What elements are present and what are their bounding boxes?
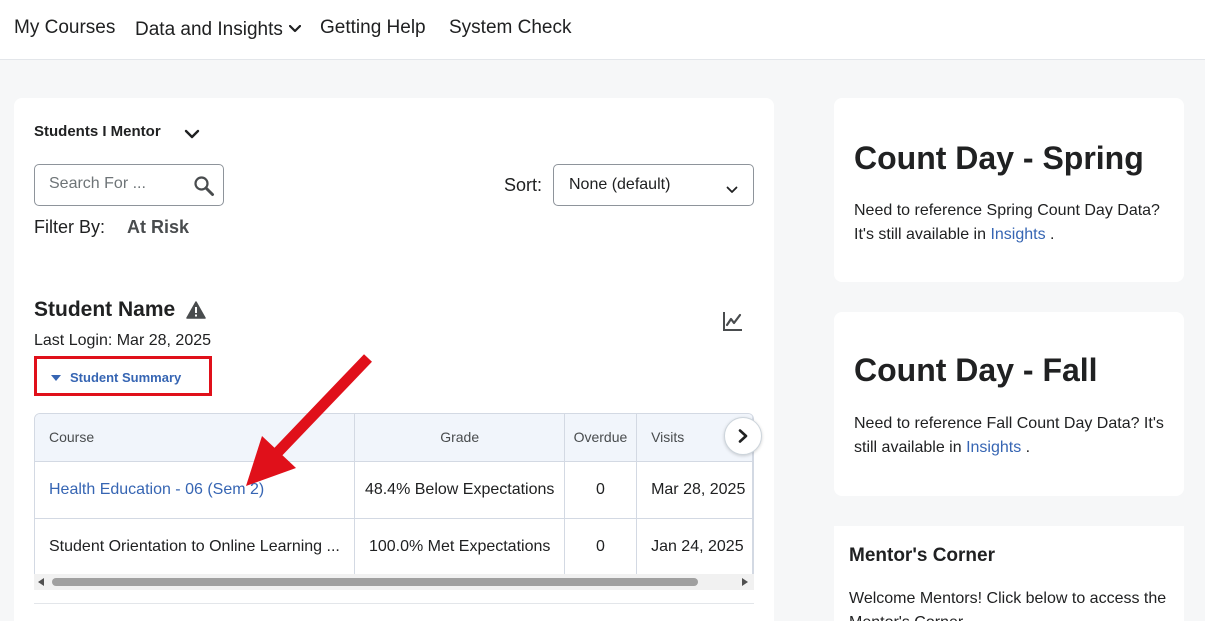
top-nav: My Courses Data and Insights Getting Hel…: [0, 0, 1205, 60]
card-text-suffix: .: [1021, 439, 1031, 456]
triangle-down-icon: [51, 375, 61, 381]
visits-cell: Jan 24, 2025: [636, 518, 753, 576]
chevron-down-icon: [288, 17, 301, 39]
nav-getting-help[interactable]: Getting Help: [320, 17, 426, 39]
course-link[interactable]: Health Education - 06 (Sem 2): [35, 461, 356, 519]
column-header-overdue: Overdue: [564, 414, 638, 462]
mentors-corner-card: Mentor's Corner Welcome Mentors! Click b…: [834, 526, 1184, 621]
chevron-down-icon: [726, 181, 738, 199]
table-scroll-right-button[interactable]: [724, 417, 762, 455]
filter-label: Filter By:: [34, 217, 106, 237]
scrollbar-thumb[interactable]: [52, 578, 698, 586]
sort-select[interactable]: None (default): [553, 164, 754, 206]
scroll-right-arrow-icon[interactable]: [742, 578, 748, 586]
table-row: Health Education - 06 (Sem 2) 48.4% Belo…: [35, 461, 753, 519]
student-summary-toggle[interactable]: Student Summary: [51, 370, 181, 385]
scroll-left-arrow-icon[interactable]: [38, 578, 44, 586]
overdue-cell: 0: [564, 518, 638, 576]
insights-link[interactable]: Insights: [990, 226, 1045, 243]
horizontal-scrollbar[interactable]: [34, 574, 754, 590]
card-text-suffix: .: [1045, 226, 1055, 243]
students-i-mentor-widget: Students I Mentor Sort: None (default) F…: [14, 98, 774, 621]
count-day-spring-card: Count Day - Spring Need to reference Spr…: [834, 98, 1184, 282]
sort-selected-value: None (default): [569, 176, 671, 193]
grade-cell: 100.0% Met Expectations: [354, 518, 565, 576]
search-icon[interactable]: [193, 175, 215, 202]
nav-my-courses[interactable]: My Courses: [14, 17, 115, 39]
nav-data-and-insights[interactable]: Data and Insights: [135, 17, 301, 41]
filter-value[interactable]: At Risk: [127, 217, 189, 238]
student-summary-label: Student Summary: [70, 370, 182, 385]
card-title: Mentor's Corner: [849, 545, 995, 566]
column-header-grade: Grade: [354, 414, 565, 462]
student-summary-highlight: Student Summary: [34, 356, 212, 396]
chevron-down-icon[interactable]: [184, 126, 200, 144]
search-field: [34, 164, 224, 206]
divider: [34, 603, 754, 604]
card-title: Count Day - Fall: [854, 352, 1098, 388]
widget-title: Students I Mentor: [34, 123, 161, 140]
overdue-cell: 0: [564, 461, 638, 519]
visits-cell: Mar 28, 2025: [636, 461, 753, 519]
grade-cell: 48.4% Below Expectations: [354, 461, 565, 519]
student-summary-table: Course Grade Overdue Visits Health Educa…: [34, 413, 754, 589]
card-text: Need to reference Fall Count Day Data? I…: [854, 412, 1164, 460]
insights-link[interactable]: Insights: [966, 439, 1021, 456]
column-header-course: Course: [35, 414, 356, 462]
card-title: Count Day - Spring: [854, 140, 1144, 176]
card-text: Need to reference Spring Count Day Data?…: [854, 199, 1164, 247]
student-name: Student Name: [34, 298, 176, 321]
nav-data-and-insights-label: Data and Insights: [135, 19, 283, 40]
table-row: Student Orientation to Online Learning .…: [35, 518, 753, 576]
card-text: Welcome Mentors! Click below to access t…: [849, 590, 1167, 621]
table-header-row: Course Grade Overdue Visits: [35, 414, 753, 462]
warning-icon: [186, 301, 206, 324]
course-cell: Student Orientation to Online Learning .…: [35, 518, 356, 576]
nav-system-check[interactable]: System Check: [449, 17, 571, 39]
count-day-fall-card: Count Day - Fall Need to reference Fall …: [834, 312, 1184, 496]
search-input[interactable]: [49, 175, 179, 193]
last-login: Last Login: Mar 28, 2025: [34, 332, 212, 349]
chart-icon[interactable]: [722, 310, 744, 337]
sort-label: Sort:: [504, 175, 543, 195]
